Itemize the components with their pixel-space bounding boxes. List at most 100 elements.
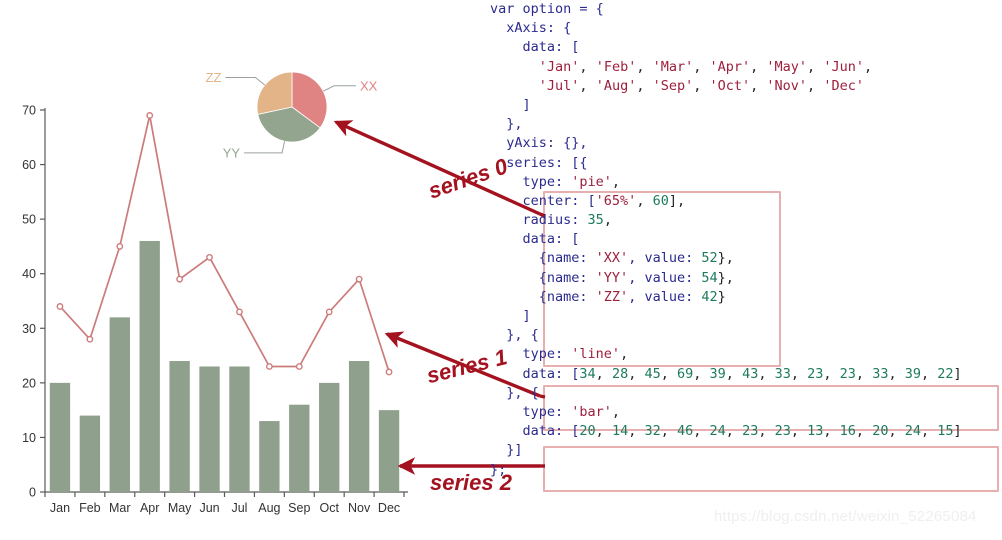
code-token: 24 [709, 423, 726, 440]
code-token: data: [ [490, 423, 580, 440]
code-token: , [790, 365, 808, 382]
x-axis-tick-label: Nov [348, 501, 371, 515]
y-axis-tick-label: 0 [29, 486, 36, 500]
code-token: 16 [839, 423, 856, 440]
code-token: 20 [579, 423, 596, 440]
code-token: 52 [701, 250, 718, 267]
code-snippet-panel: var option = { xAxis: { data: [ 'Jan', '… [490, 0, 1002, 540]
code-token: 'Jun' [823, 58, 864, 75]
code-line: {name: 'XX', value: 52}, [490, 249, 1002, 268]
code-token: , value: [628, 288, 702, 305]
code-token: }, { [490, 384, 539, 401]
pie-slice [256, 71, 293, 115]
code-token: , [595, 365, 612, 382]
code-token: 'Feb' [595, 58, 637, 75]
code-token: , value: [628, 269, 702, 286]
code-token: 'Sep' [652, 77, 694, 94]
bar-item [229, 366, 250, 492]
code-token: 39 [709, 365, 726, 382]
line-marker [325, 308, 333, 316]
code-line: {name: 'ZZ', value: 42} [490, 288, 1002, 307]
code-token: 35 [587, 212, 604, 229]
code-token: , [693, 58, 710, 75]
code-token: , value: [628, 250, 702, 267]
code-line: }] [490, 441, 1002, 460]
code-line: var option = { [490, 0, 1002, 19]
code-token: 'line' [571, 346, 621, 363]
code-token: , [693, 77, 710, 94]
code-token: 'Apr' [709, 58, 751, 75]
code-token: , [603, 212, 612, 229]
code-token: 34 [579, 365, 596, 382]
code-token: , [628, 423, 645, 440]
code-token: 'Nov' [766, 77, 808, 94]
line-marker [236, 308, 243, 316]
line-marker [56, 303, 64, 310]
code-line: {name: 'YY', value: 54}, [490, 269, 1002, 288]
code-token: ] [953, 365, 962, 382]
code-token: {name: [490, 269, 596, 286]
code-token: 'Jan' [538, 58, 580, 75]
code-token: ] [490, 96, 531, 113]
code-token: type: [490, 403, 572, 420]
code-line: data: [ [490, 230, 1002, 249]
code-token: , [807, 58, 824, 75]
bar-item [49, 382, 71, 492]
code-token: , [579, 58, 596, 75]
bar-item [169, 361, 190, 492]
bar-item [289, 404, 310, 492]
code-line: ] [490, 307, 1002, 326]
code-line: }, { [490, 326, 1002, 345]
y-axis-tick-label: 50 [22, 213, 36, 227]
code-token: , [611, 403, 621, 420]
pie-label-zz: ZZ [206, 70, 222, 85]
code-line: radius: 35, [490, 211, 1002, 230]
code-token: 'Mar' [652, 58, 694, 75]
x-axis-tick-label: Jul [231, 501, 247, 515]
code-token: ] [490, 308, 531, 324]
x-axis-tick-label: Oct [319, 501, 339, 515]
code-token: 43 [742, 365, 759, 382]
code-token: , [750, 58, 767, 75]
line-marker [146, 112, 154, 119]
code-token: , [693, 365, 710, 382]
code-token: ], [668, 192, 686, 209]
code-token: 'Aug' [595, 77, 637, 94]
x-axis-tick-label: Sep [288, 501, 310, 515]
code-token: , [920, 365, 938, 382]
code-line: data: [20, 14, 32, 46, 24, 23, 23, 13, 1… [490, 422, 1002, 441]
code-line: data: [ [490, 38, 1002, 57]
code-token: , [920, 423, 938, 440]
code-token: 39 [904, 365, 921, 382]
pie-label-xx: XX [360, 78, 378, 93]
code-token: yAxis: {}, [490, 135, 588, 152]
code-line: type: 'bar', [490, 403, 1002, 422]
code-token: 20 [872, 423, 889, 440]
y-axis-tick-label: 10 [22, 431, 36, 445]
code-token: radius: [490, 212, 588, 229]
code-token: 54 [701, 269, 718, 286]
code-token: var option = { [490, 1, 604, 17]
code-token: 23 [807, 365, 824, 382]
code-token: 33 [872, 365, 889, 382]
line-marker [265, 363, 273, 370]
code-token: }, { [490, 327, 539, 344]
code-token: , [579, 77, 596, 94]
line-marker [116, 243, 124, 250]
code-line: }, [490, 115, 1002, 134]
y-axis-tick-label: 60 [22, 158, 36, 172]
code-token: , [620, 346, 629, 363]
bar-item [109, 317, 130, 492]
code-token: }, [717, 269, 734, 286]
code-line: }; [490, 461, 1002, 480]
code-token: , [855, 423, 873, 440]
pie-label-yy: YY [223, 145, 241, 160]
annotation-label-series-2: series 2 [430, 470, 512, 495]
bar-item [79, 415, 101, 492]
x-axis-tick-label: Aug [258, 501, 280, 515]
code-token: , [725, 365, 743, 382]
code-token: center: [ [490, 192, 596, 209]
code-token: {name: [490, 250, 596, 267]
code-token: 32 [644, 423, 661, 440]
